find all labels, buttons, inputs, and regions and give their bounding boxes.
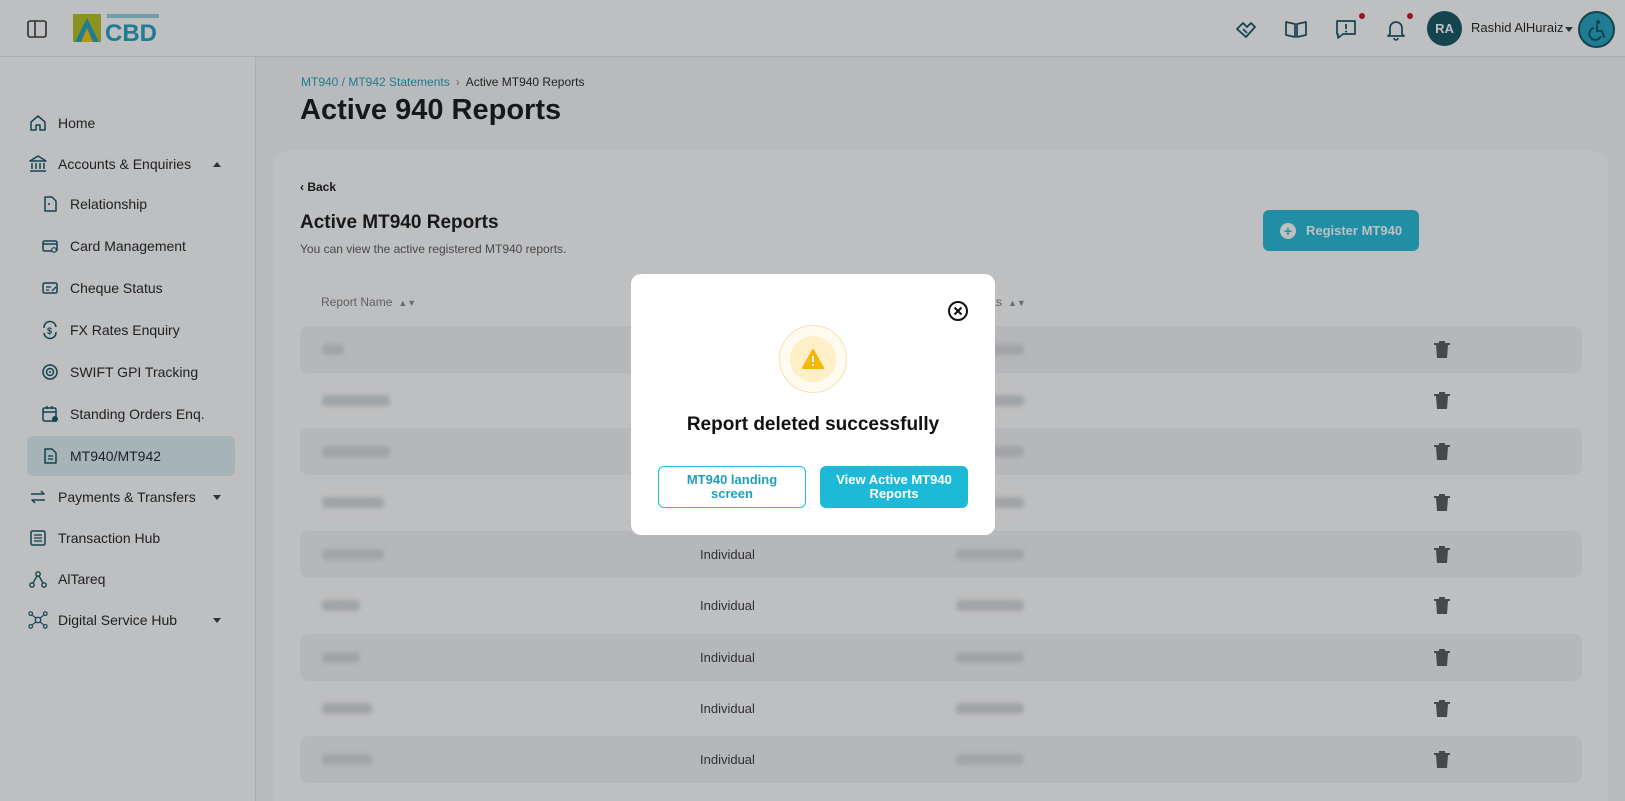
- view-active-reports-button[interactable]: View Active MT940 Reports: [820, 466, 968, 508]
- modal-title: Report deleted successfully: [686, 414, 940, 435]
- close-icon[interactable]: [947, 300, 969, 322]
- warning-badge: [779, 325, 847, 393]
- mt940-landing-button[interactable]: MT940 landing screen: [658, 466, 806, 508]
- delete-success-modal: Report deleted successfully MT940 landin…: [631, 274, 995, 535]
- warning-icon: [802, 349, 824, 369]
